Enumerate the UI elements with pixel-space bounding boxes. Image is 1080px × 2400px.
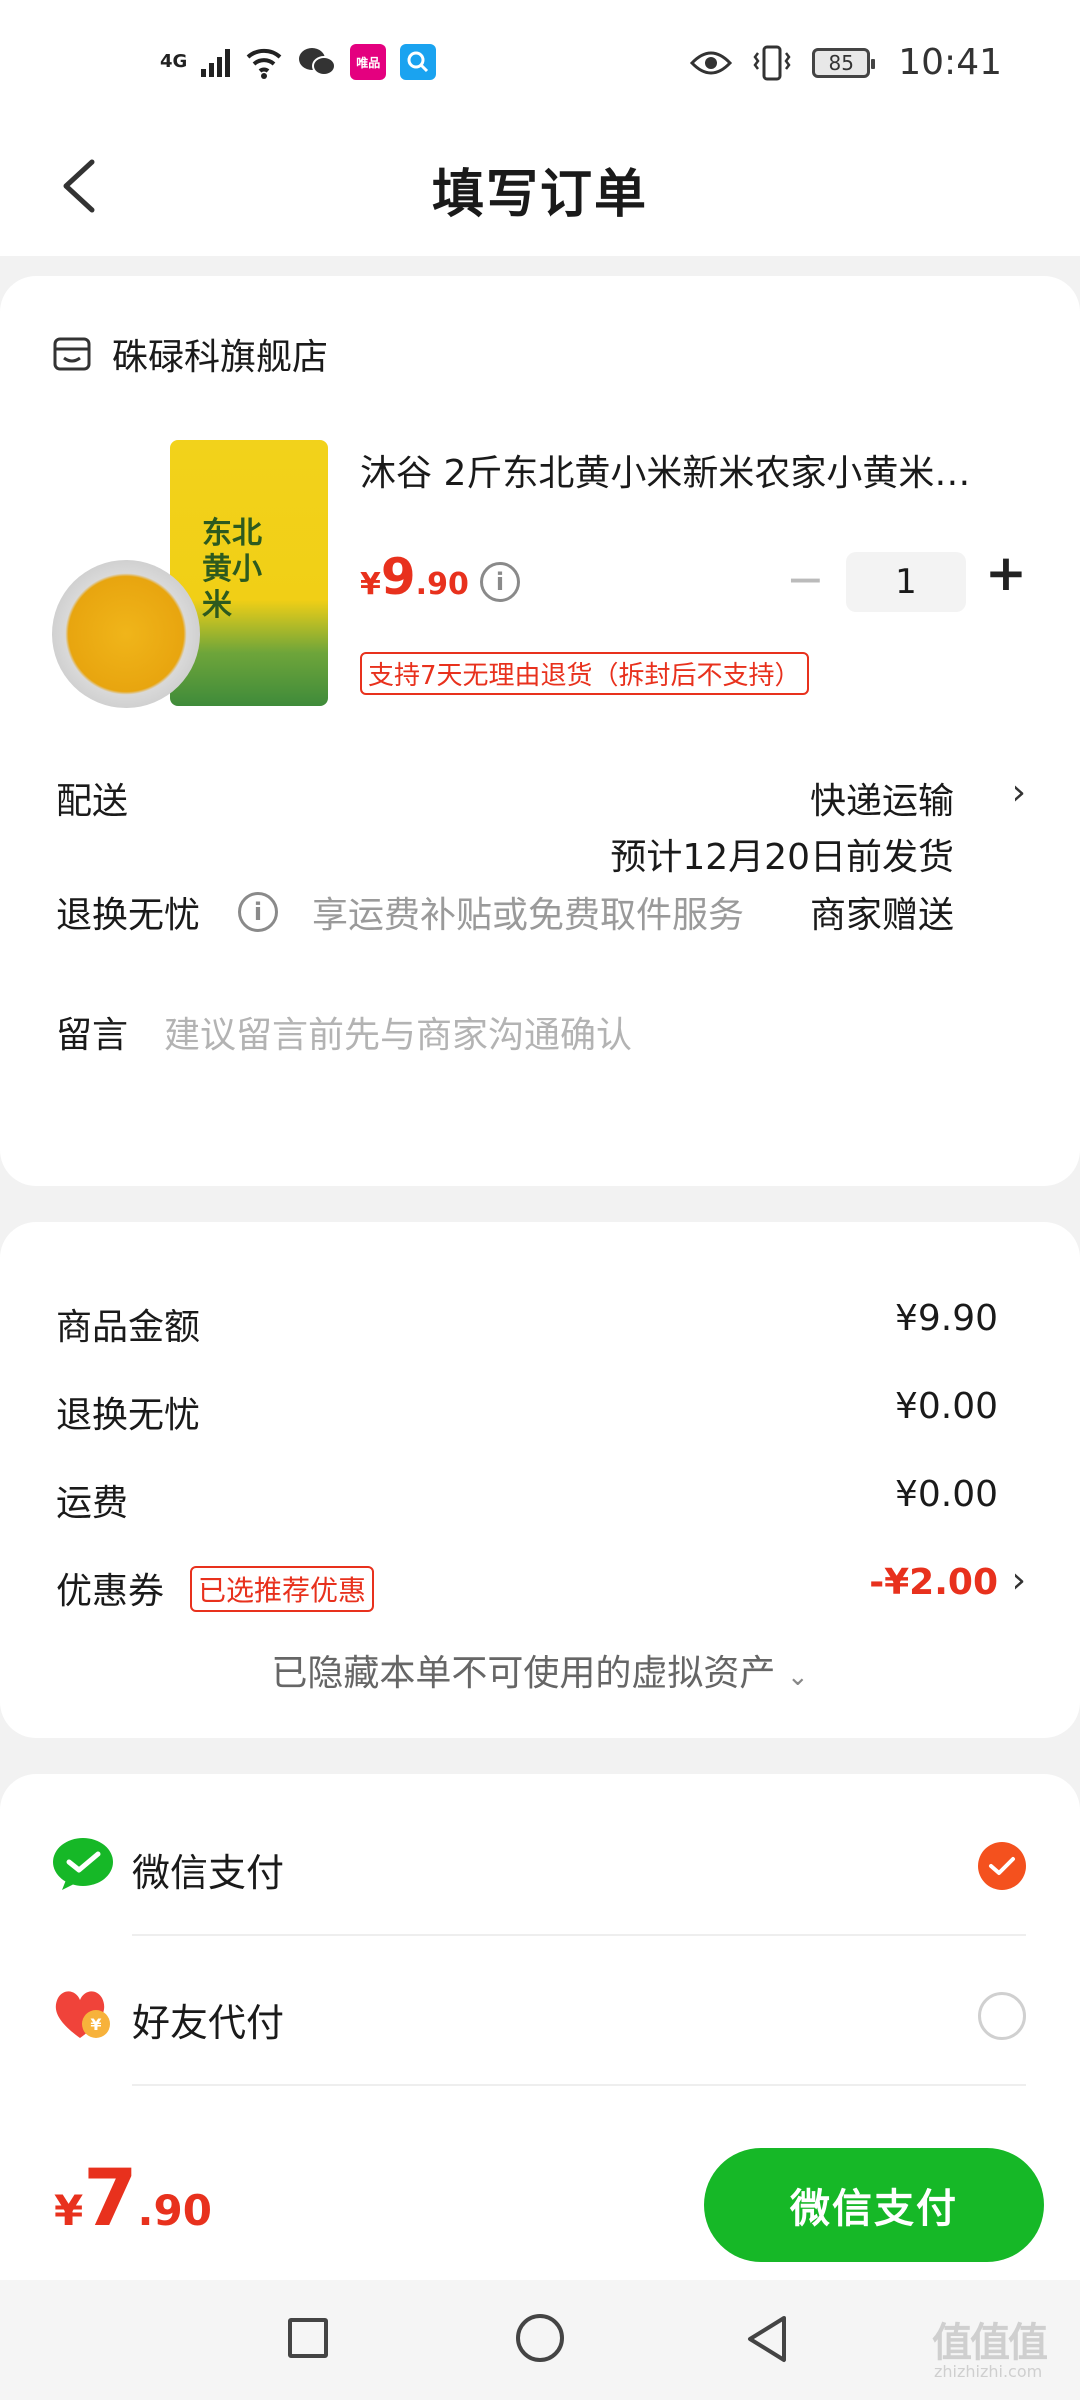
signal-icon	[201, 47, 231, 77]
quantity-minus-button[interactable]: −	[786, 552, 825, 606]
friend-pay-heart-icon: ¥	[55, 1991, 110, 2038]
vip-app-icon: 唯品	[350, 44, 387, 80]
chevron-down-icon: ⌄	[786, 1662, 809, 1692]
back-nav-button[interactable]	[744, 2314, 790, 2364]
payment-divider-2	[132, 2084, 1026, 2086]
payment-divider	[132, 1934, 1026, 1936]
payment-option-wechat[interactable]: 微信支付	[0, 1814, 1080, 1924]
price-info-icon[interactable]: i	[480, 562, 520, 602]
quantity-input[interactable]: 1	[846, 552, 966, 612]
delivery-eta: 预计12月20日前发货	[610, 837, 954, 878]
status-bar: 4G 唯品 85 10:41	[0, 0, 1080, 130]
price-summary-card: 商品金额 ¥9.90 退换无忧 ¥0.00 运费 ¥0.00 优惠券 已选推荐优…	[0, 1222, 1080, 1738]
coupon-label: 优惠券	[56, 1571, 165, 1612]
clock: 10:41	[898, 42, 1002, 83]
friend-pay-radio[interactable]	[978, 1992, 1026, 2040]
wechat-pay-check-icon[interactable]	[978, 1842, 1026, 1890]
delivery-label: 配送	[56, 781, 129, 822]
checkout-bar: ¥7.90 微信支付	[0, 2130, 1080, 2280]
recent-apps-button[interactable]	[288, 2318, 328, 2358]
total-price: ¥7.90	[54, 2154, 212, 2244]
goods-amount-value: ¥9.90	[894, 1298, 998, 1339]
nav-header: 填写订单	[0, 130, 1080, 256]
store-icon	[53, 337, 91, 371]
friend-pay-label: 好友代付	[132, 2001, 285, 2045]
wifi-icon	[246, 48, 282, 79]
goods-amount-label: 商品金额	[56, 1307, 201, 1348]
price-int: 9	[380, 548, 416, 606]
return-worry-value: 商家赠送	[809, 895, 954, 936]
coupon-chevron-icon[interactable]: ›	[1012, 1560, 1026, 1601]
hidden-assets-text: 已隐藏本单不可使用的虚拟资产	[271, 1653, 776, 1694]
payment-option-friend[interactable]: ¥ 好友代付	[0, 1964, 1080, 2074]
return-worry-label: 退换无忧	[56, 895, 201, 936]
watermark-url: zhizhizhi.com	[934, 2362, 1043, 2381]
home-button[interactable]	[516, 2314, 564, 2362]
order-card: 硃碌科旗舰店 东北黄小米 沐谷 2斤东北黄小米新米农家小黄米… ¥9.90 i …	[0, 276, 1080, 1186]
battery-icon: 85	[812, 47, 876, 78]
delivery-method[interactable]: 快递运输	[810, 772, 954, 824]
price-dec: .90	[415, 567, 469, 602]
return-worry-desc: 享运费补贴或免费取件服务	[312, 895, 745, 936]
eye-icon	[690, 51, 733, 74]
hidden-assets-toggle[interactable]: 已隐藏本单不可使用的虚拟资产 ⌄	[0, 1644, 1080, 1696]
product-image[interactable]: 东北黄小米	[52, 440, 332, 710]
delivery-chevron-icon[interactable]: ›	[1012, 772, 1026, 813]
total-symbol: ¥	[54, 2186, 84, 2235]
coupon-tag: 已选推荐优惠	[190, 1566, 375, 1612]
watermark-logo: 值值值	[932, 2320, 1048, 2366]
quantity-plus-button[interactable]: +	[985, 544, 1027, 602]
wechat-pay-label: 微信支付	[132, 1851, 285, 1895]
shipping-label: 运费	[56, 1483, 129, 1524]
shipping-value: ¥0.00	[894, 1474, 998, 1515]
price-symbol: ¥	[360, 567, 381, 602]
total-dec: .90	[137, 2186, 212, 2235]
page-title: 填写订单	[431, 165, 648, 225]
return-fee-label: 退换无忧	[56, 1395, 201, 1436]
return-policy-tag: 支持7天无理由退货（拆封后不支持）	[360, 652, 809, 695]
wechat-icon	[299, 48, 337, 76]
search-app-icon	[400, 44, 437, 80]
product-title[interactable]: 沐谷 2斤东北黄小米新米农家小黄米…	[360, 444, 1030, 496]
wechat-pay-icon	[53, 1838, 113, 1890]
network-type: 4G	[160, 51, 188, 72]
total-int: 7	[83, 2154, 138, 2244]
return-fee-value: ¥0.00	[894, 1386, 998, 1427]
message-input[interactable]: 建议留言前先与商家沟通确认	[164, 1006, 1024, 1058]
product-price: ¥9.90	[360, 548, 469, 606]
system-nav-bar: 值值值 zhizhizhi.com	[0, 2280, 1080, 2400]
return-worry-info-icon[interactable]: i	[238, 892, 278, 932]
coupon-value[interactable]: -¥2.00	[869, 1562, 998, 1603]
svg-text:¥: ¥	[90, 2015, 101, 2034]
wechat-pay-button[interactable]: 微信支付	[704, 2148, 1044, 2262]
message-label: 留言	[56, 1015, 129, 1056]
store-name[interactable]: 硃碌科旗舰店	[112, 328, 328, 380]
product-bag-label: 东北黄小米	[202, 516, 262, 623]
vibrate-icon	[753, 45, 791, 80]
millet-bowl	[52, 560, 200, 708]
